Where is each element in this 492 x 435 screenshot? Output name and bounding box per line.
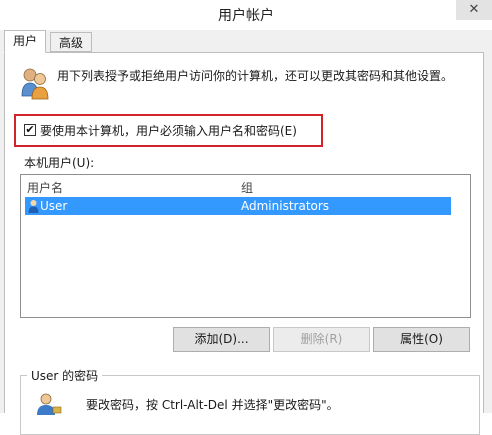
password-group-title: User 的密码 <box>27 367 103 384</box>
title-bar: 用户帐户 ✕ <box>0 0 492 30</box>
password-instructions: 要改密码，按 Ctrl-Alt-Del 并选择"更改密码"。 <box>86 398 339 412</box>
column-header-group[interactable]: 组 <box>241 179 253 196</box>
require-login-label[interactable]: 要使用本计算机，用户必须输入用户名和密码(E) <box>40 122 297 139</box>
column-header-username[interactable]: 用户名 <box>27 179 63 196</box>
tab-advanced-label: 高级 <box>59 36 84 50</box>
row-group: Administrators <box>241 199 330 213</box>
close-icon: ✕ <box>468 2 480 17</box>
users-icon <box>21 68 49 100</box>
close-button[interactable]: ✕ <box>456 0 492 20</box>
users-list[interactable]: 用户名 组 User Administrators <box>20 174 471 318</box>
tab-advanced[interactable]: 高级 <box>50 32 93 52</box>
window-title: 用户帐户 <box>218 8 274 24</box>
local-users-label: 本机用户(U): <box>24 156 95 170</box>
table-row[interactable]: User Administrators <box>25 197 451 215</box>
remove-button[interactable]: 删除(R) <box>273 327 370 352</box>
tab-users-label: 用户 <box>13 34 38 48</box>
properties-button[interactable]: 属性(O) <box>373 327 470 352</box>
description-text: 用下列表授予或拒绝用户访问你的计算机，还可以更改其密码和其他设置。 <box>57 69 454 83</box>
add-button[interactable]: 添加(D)... <box>173 327 270 352</box>
user-icon <box>28 200 39 213</box>
password-user-icon <box>37 393 62 415</box>
row-username: User <box>40 199 68 213</box>
tab-users[interactable]: 用户 <box>4 30 47 53</box>
require-login-checkbox[interactable]: ✔ <box>24 124 36 136</box>
